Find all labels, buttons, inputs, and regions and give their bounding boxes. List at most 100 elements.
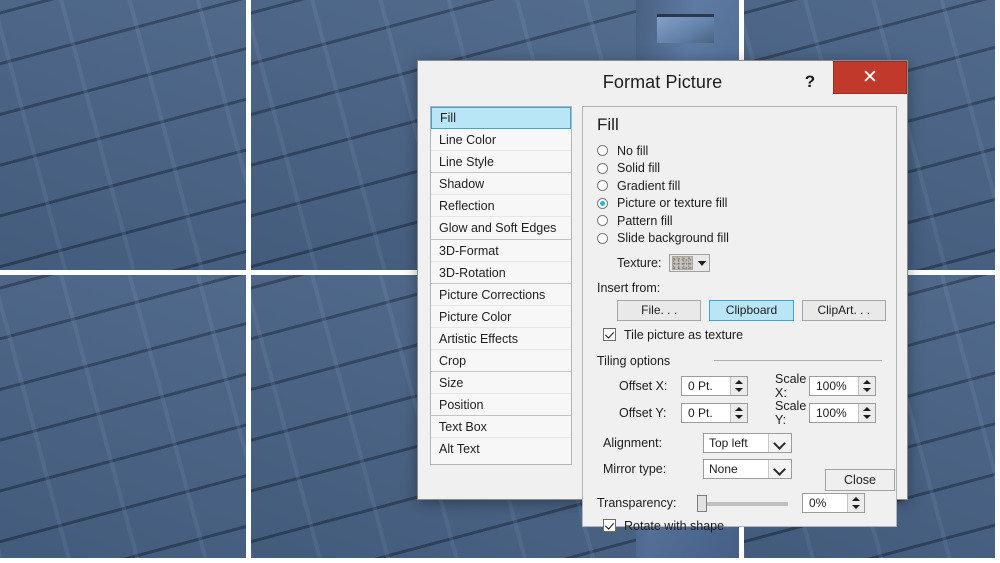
insert-from-clipart-button[interactable]: ClipArt. . . [802,300,886,321]
sidebar-item-3d-format[interactable]: 3D-Format [431,240,571,262]
mirror-type-label: Mirror type: [603,462,703,476]
radio-option-picture-or-texture-fill[interactable]: Picture or texture fill [597,195,886,212]
chevron-down-icon [695,255,709,271]
scale-y-value: 100% [810,404,858,422]
offset-x-value: 0 Pt. [682,377,730,395]
sidebar-item-crop[interactable]: Crop [431,350,571,372]
scale-x-stepper[interactable]: 100% [809,376,876,396]
sidebar-item-reflection[interactable]: Reflection [431,195,571,217]
transparency-slider[interactable] [697,494,788,512]
radio-option-no-fill[interactable]: No fill [597,142,886,159]
radio-option-gradient-fill[interactable]: Gradient fill [597,177,886,194]
offset-y-value: 0 Pt. [682,404,730,422]
transparency-value: 0% [803,494,847,512]
sidebar-item-shadow[interactable]: Shadow [431,173,571,195]
radio-label: Solid fill [617,161,660,175]
sidebar-item-line-color[interactable]: Line Color [431,129,571,151]
radio-label: Gradient fill [617,179,680,193]
sidebar-item-text-box[interactable]: Text Box [431,416,571,438]
offset-x-label: Offset X: [619,379,681,393]
building-photo [0,275,251,563]
scale-y-stepper[interactable]: 100% [809,403,876,423]
sidebar-item-3d-rotation[interactable]: 3D-Rotation [431,262,571,284]
mirror-type-value: None [704,460,768,478]
sidebar-item-picture-color[interactable]: Picture Color [431,306,571,328]
radio-option-solid-fill[interactable]: Solid fill [597,160,886,177]
slider-track [697,502,788,506]
rotate-with-shape-row[interactable]: Rotate with shape [597,519,886,533]
scale-x-arrows[interactable] [858,377,875,395]
background-tile [0,0,251,275]
tile-picture-checkbox[interactable] [603,328,616,341]
close-icon: ✕ [834,62,906,93]
scale-x-value: 100% [810,377,858,395]
section-divider [714,360,882,361]
sidebar-item-position[interactable]: Position [431,394,571,416]
alignment-label: Alignment: [603,436,703,450]
sidebar-item-artistic-effects[interactable]: Artistic Effects [431,328,571,350]
radio-button[interactable] [597,163,608,174]
offset-y-arrows[interactable] [730,404,747,422]
category-list[interactable]: FillLine ColorLine StyleShadowReflection… [430,106,572,465]
insert-from-label: Insert from: [597,281,886,295]
sidebar-item-line-style[interactable]: Line Style [431,151,571,173]
transparency-label: Transparency: [597,496,697,510]
scale-y-label: Scale Y: [753,399,809,427]
alignment-value: Top left [704,434,768,452]
screen: Format Picture ? ✕ FillLine ColorLine St… [0,0,1000,563]
tiling-options-title: Tiling options [597,354,670,368]
close-button[interactable]: Close [825,469,895,491]
texture-dropdown-button[interactable] [669,254,710,272]
offset-y-stepper[interactable]: 0 Pt. [681,403,748,423]
insert-from-file-button[interactable]: File. . . [617,300,701,321]
radio-button[interactable] [597,180,608,191]
help-icon[interactable]: ? [799,69,821,95]
radio-option-slide-background-fill[interactable]: Slide background fill [597,230,886,247]
insert-from-buttons: File. . . Clipboard ClipArt. . . [597,300,886,321]
texture-swatch-icon [672,256,693,270]
photo-shading [0,275,251,563]
radio-label: Pattern fill [617,214,673,228]
transparency-row: Transparency: 0% [597,493,886,513]
mirror-type-select[interactable]: None [703,459,792,479]
insert-from-clipboard-button[interactable]: Clipboard [709,300,793,321]
slider-thumb[interactable] [697,495,707,512]
radio-option-pattern-fill[interactable]: Pattern fill [597,212,886,229]
fill-settings-panel: Fill No fill Solid fill Gradient fill Pictu… [582,106,897,527]
offset-y-label: Offset Y: [619,406,681,420]
fill-type-radio-group[interactable]: No fill Solid fill Gradient fill Picture or… [597,142,886,247]
radio-button[interactable] [597,198,608,209]
format-picture-dialog: Format Picture ? ✕ FillLine ColorLine St… [417,60,908,500]
sidebar-item-picture-corrections[interactable]: Picture Corrections [431,284,571,306]
building-photo [0,0,251,275]
tile-picture-checkbox-row[interactable]: Tile picture as texture [597,328,886,342]
tiling-options-header: Tiling options [597,354,886,368]
radio-button[interactable] [597,215,608,226]
offset-x-stepper[interactable]: 0 Pt. [681,376,748,396]
close-window-button[interactable]: ✕ [833,61,907,94]
radio-label: Slide background fill [617,231,729,245]
radio-label: Picture or texture fill [617,196,727,210]
radio-button[interactable] [597,233,608,244]
photo-shading [0,0,251,275]
dialog-titlebar: Format Picture ? ✕ [418,61,907,105]
sidebar-item-alt-text[interactable]: Alt Text [431,438,571,460]
chevron-down-icon [768,460,791,478]
texture-label: Texture: [617,256,661,270]
transparency-stepper[interactable]: 0% [802,493,865,513]
texture-row: Texture: [597,254,886,272]
offset-x-arrows[interactable] [730,377,747,395]
rotate-with-shape-checkbox[interactable] [603,519,616,532]
pane-title: Fill [597,115,886,135]
sidebar-item-glow-and-soft-edges[interactable]: Glow and Soft Edges [431,217,571,239]
rotate-with-shape-label: Rotate with shape [624,519,724,533]
sidebar-item-size[interactable]: Size [431,372,571,394]
radio-button[interactable] [597,145,608,156]
sidebar-item-fill[interactable]: Fill [431,107,571,129]
transparency-arrows[interactable] [847,494,864,512]
alignment-select[interactable]: Top left [703,433,792,453]
radio-label: No fill [617,144,648,158]
tiling-fields-grid: Offset X: 0 Pt. Scale X: 100% Offset Y: … [597,375,886,424]
background-tile [0,275,251,563]
scale-y-arrows[interactable] [858,404,875,422]
